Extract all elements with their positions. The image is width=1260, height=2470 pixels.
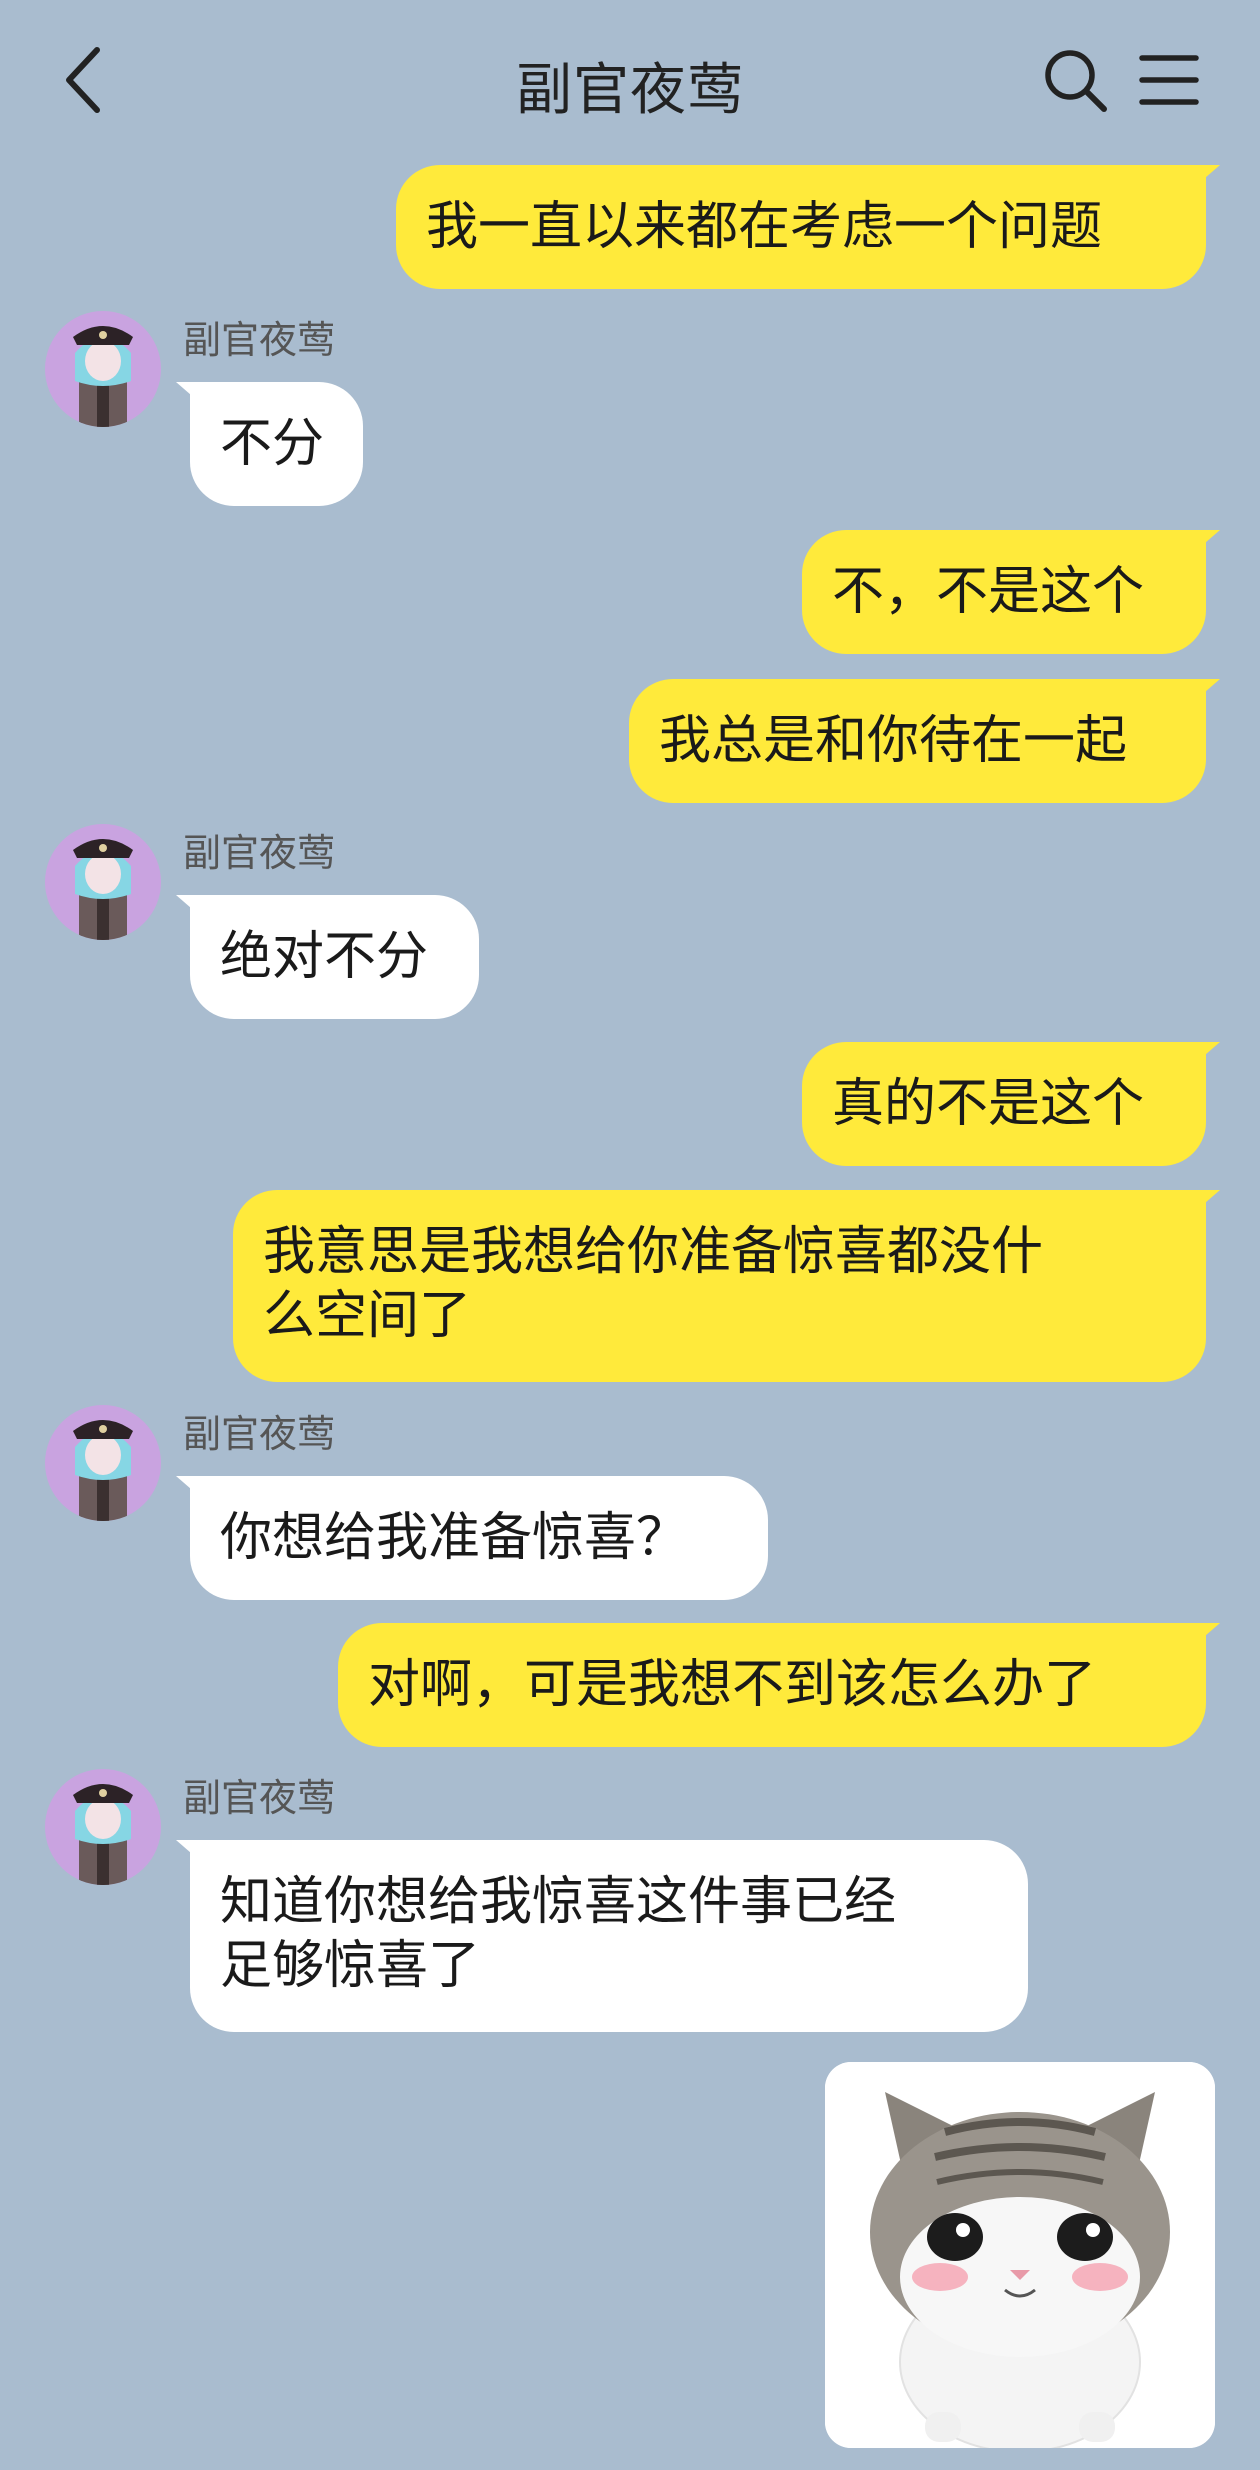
avatar[interactable] [45, 311, 161, 427]
message-bubble-mine[interactable]: 我一直以来都在考虑一个问题 [396, 165, 1220, 289]
message-bubble-theirs[interactable]: 不分 [176, 382, 363, 506]
message-bubble-mine[interactable]: 我意思是我想给你准备惊喜都没什 么空间了 [233, 1190, 1220, 1382]
cat-sticker[interactable] [825, 2062, 1215, 2448]
menu-button[interactable] [1138, 50, 1200, 110]
message-bubble-mine[interactable]: 不，不是这个 [802, 530, 1220, 654]
sender-name: 副官夜莺 [183, 1412, 336, 1456]
message-bubble-theirs[interactable]: 知道你想给我惊喜这件事已经 足够惊喜了 [176, 1840, 1028, 2032]
avatar-character-icon [73, 326, 133, 427]
search-icon [1045, 50, 1107, 112]
chat-header: 副官夜莺 [0, 0, 1260, 160]
message-bubble-theirs[interactable]: 你想给我准备惊喜？ [176, 1476, 768, 1600]
message-bubble-theirs[interactable]: 绝对不分 [176, 895, 479, 1019]
avatar-character-icon [73, 839, 133, 940]
message-bubble-mine[interactable]: 对啊，可是我想不到该怎么办了 [338, 1623, 1220, 1747]
cute-cat-sticker-icon [825, 2062, 1215, 2448]
avatar[interactable] [45, 1769, 161, 1885]
sender-name: 副官夜莺 [183, 318, 336, 362]
sender-name: 副官夜莺 [183, 831, 336, 875]
avatar[interactable] [45, 824, 161, 940]
avatar[interactable] [45, 1405, 161, 1521]
message-bubble-mine[interactable]: 真的不是这个 [802, 1042, 1220, 1166]
message-bubble-mine[interactable]: 我总是和你待在一起 [629, 679, 1220, 803]
search-button[interactable] [1040, 45, 1110, 115]
sender-name: 副官夜莺 [183, 1776, 336, 1820]
avatar-character-icon [73, 1784, 133, 1885]
avatar-character-icon [73, 1420, 133, 1521]
menu-icon [1139, 55, 1199, 105]
